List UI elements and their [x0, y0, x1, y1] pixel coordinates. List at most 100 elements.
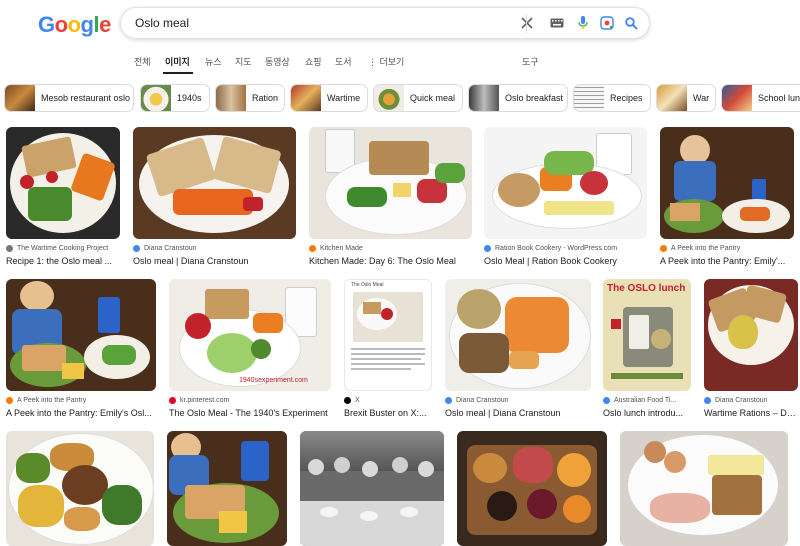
source-name: A Peek into the Pantry	[17, 396, 87, 404]
result-source[interactable]: Diana Cranstoun	[704, 395, 798, 405]
image-result[interactable]	[6, 431, 154, 546]
image-result[interactable]: The OSLO lunch Australian Food Ti... Osl…	[603, 279, 691, 418]
result-image[interactable]: 1940sexperiment.com	[169, 279, 331, 391]
site-favicon	[169, 396, 176, 404]
keyboard-icon[interactable]	[549, 15, 565, 31]
tab-shopping[interactable]: 쇼핑	[305, 55, 322, 68]
image-watermark: 1940sexperiment.com	[239, 377, 308, 384]
result-source[interactable]: X	[344, 395, 432, 405]
result-title[interactable]: Kitchen Made: Day 6: The Oslo Meal	[309, 256, 472, 266]
source-name: Australian Food Ti...	[614, 396, 677, 404]
result-image[interactable]	[6, 431, 154, 546]
image-result[interactable]: Kitchen Made Kitchen Made: Day 6: The Os…	[309, 127, 472, 266]
result-image[interactable]	[6, 279, 156, 391]
search-input[interactable]: Oslo meal	[135, 16, 189, 30]
image-result[interactable]	[300, 431, 444, 546]
result-image[interactable]	[300, 431, 444, 546]
site-favicon	[309, 244, 316, 252]
result-title[interactable]: Oslo meal | Diana Cranstoun	[133, 256, 296, 266]
chip-mesob-restaurant-oslo[interactable]: Mesob restaurant oslo	[4, 84, 134, 112]
result-image[interactable]	[167, 431, 287, 546]
result-title[interactable]: Wartime Rations – Day...	[704, 408, 798, 418]
image-result[interactable]	[167, 431, 287, 546]
image-result[interactable]: Diana Cranstoun Oslo meal | Diana Cranst…	[445, 279, 591, 418]
image-result[interactable]: The Oslo Meal X Brexit Buster on X:...	[344, 279, 432, 418]
chip-oslo-breakfast[interactable]: Oslo breakfast	[468, 84, 568, 112]
result-source[interactable]: Kitchen Made	[309, 243, 472, 253]
image-result[interactable]: Diana Cranstoun Oslo meal | Diana Cranst…	[133, 127, 296, 266]
result-image[interactable]	[704, 279, 798, 391]
result-title[interactable]: Oslo meal | Diana Cranstoun	[445, 408, 591, 418]
chip-thumbnail	[469, 85, 499, 111]
result-title[interactable]: Oslo Meal | Ration Book Cookery	[484, 256, 647, 266]
tab-videos[interactable]: 동영상	[265, 55, 290, 68]
result-image[interactable]	[445, 279, 591, 391]
chip-thumbnail	[574, 85, 604, 111]
image-result[interactable]: A Peek into the Pantry A Peek into the P…	[660, 127, 794, 266]
image-result[interactable]: 1940sexperiment.com kr.pinterest.com The…	[169, 279, 331, 418]
source-name: Diana Cranstoun	[456, 396, 509, 404]
tab-tools[interactable]: 도구	[522, 55, 539, 68]
microphone-icon[interactable]	[575, 15, 591, 31]
image-heading: The Oslo Meal	[351, 282, 384, 288]
result-image[interactable]	[484, 127, 647, 239]
result-title[interactable]: Oslo lunch introdu...	[603, 408, 691, 418]
chip-thumbnail	[657, 85, 687, 111]
result-source[interactable]: Australian Food Ti...	[603, 395, 691, 405]
result-source[interactable]: A Peek into the Pantry	[660, 243, 794, 253]
tab-images[interactable]: 이미지	[165, 55, 190, 68]
image-result[interactable]: Ration Book Cookery - WordPress.com Oslo…	[484, 127, 647, 266]
clear-icon[interactable]	[519, 15, 535, 31]
chip-war[interactable]: War	[656, 84, 716, 112]
result-source[interactable]: kr.pinterest.com	[169, 395, 331, 405]
chip-school-lunch[interactable]: School lunch	[721, 84, 800, 112]
result-image[interactable]: The Oslo Meal	[344, 279, 432, 391]
source-name: Diana Cranstoun	[715, 396, 768, 404]
chip-recipes[interactable]: Recipes	[573, 84, 651, 112]
chip-1940s[interactable]: 1940s	[140, 84, 210, 112]
result-title[interactable]: A Peek into the Pantry: Emily's Osl...	[6, 408, 156, 418]
chip-label: 1940s	[177, 93, 202, 103]
result-title[interactable]: Recipe 1: the Oslo meal ...	[6, 256, 120, 266]
result-source[interactable]: A Peek into the Pantry	[6, 395, 156, 405]
chip-label: Ration	[252, 93, 279, 103]
chip-quick-meal[interactable]: Quick meal	[373, 84, 463, 112]
tab-maps[interactable]: 지도	[235, 55, 252, 68]
image-result[interactable]: The Wartime Cooking Project Recipe 1: th…	[6, 127, 120, 266]
result-image[interactable]: The OSLO lunch	[603, 279, 691, 391]
chip-ration[interactable]: Ration	[215, 84, 285, 112]
image-result[interactable]: A Peek into the Pantry A Peek into the P…	[6, 279, 156, 418]
result-image[interactable]	[309, 127, 472, 239]
site-favicon	[6, 244, 13, 252]
chip-label: Wartime	[327, 93, 361, 103]
site-favicon	[484, 244, 491, 252]
image-result[interactable]: Diana Cranstoun Wartime Rations – Day...	[704, 279, 798, 418]
result-image[interactable]	[133, 127, 296, 239]
lens-icon[interactable]	[599, 15, 615, 31]
result-source[interactable]: Diana Cranstoun	[445, 395, 591, 405]
result-image[interactable]	[457, 431, 607, 546]
search-box[interactable]: Oslo meal	[120, 7, 650, 39]
tab-all[interactable]: 전체	[134, 55, 151, 68]
site-favicon	[133, 244, 140, 252]
chip-wartime[interactable]: Wartime	[290, 84, 368, 112]
tab-news[interactable]: 뉴스	[205, 55, 222, 68]
tab-books[interactable]: 도서	[335, 55, 352, 68]
google-logo[interactable]: Google	[38, 12, 111, 38]
search-icon[interactable]	[623, 15, 639, 31]
tab-more[interactable]: ⋮ 더보기	[368, 55, 404, 68]
divider	[526, 15, 527, 33]
site-favicon	[445, 396, 452, 404]
result-source[interactable]: Diana Cranstoun	[133, 243, 296, 253]
result-image[interactable]	[660, 127, 794, 239]
active-tab-indicator	[163, 72, 193, 74]
result-title[interactable]: A Peek into the Pantry: Emily'...	[660, 256, 794, 266]
result-image[interactable]	[6, 127, 120, 239]
result-image[interactable]	[620, 431, 788, 546]
image-result[interactable]	[457, 431, 607, 546]
result-source[interactable]: The Wartime Cooking Project	[6, 243, 120, 253]
result-title[interactable]: Brexit Buster on X:...	[344, 408, 432, 418]
image-result[interactable]	[620, 431, 788, 546]
result-title[interactable]: The Oslo Meal - The 1940's Experiment	[169, 408, 331, 418]
result-source[interactable]: Ration Book Cookery - WordPress.com	[484, 243, 647, 253]
